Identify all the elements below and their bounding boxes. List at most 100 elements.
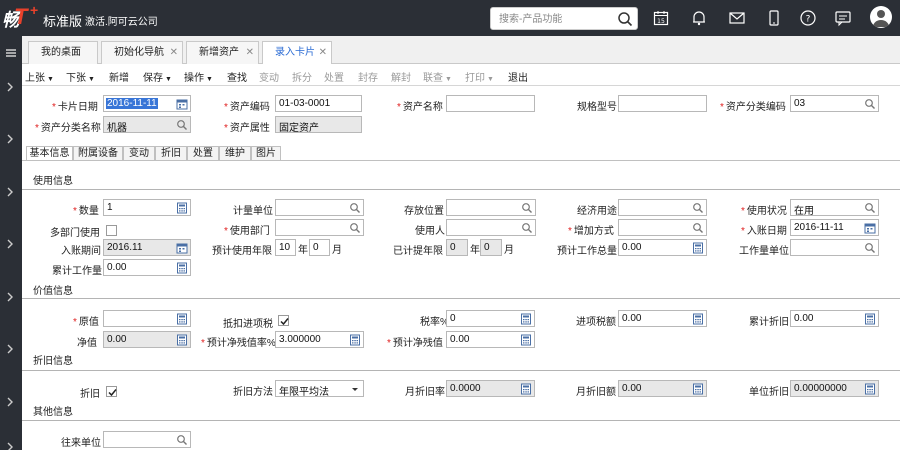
calculator-icon[interactable] — [520, 383, 532, 395]
tab-basic-info[interactable]: 基本信息 — [26, 146, 73, 161]
search-icon[interactable] — [521, 202, 533, 214]
unit-field[interactable] — [275, 199, 364, 216]
search-icon[interactable] — [176, 119, 188, 131]
search-icon[interactable] — [521, 222, 533, 234]
search-box[interactable] — [490, 7, 638, 30]
location-field[interactable] — [446, 199, 536, 216]
life-years-field[interactable]: 10 — [275, 239, 296, 256]
new-button[interactable]: 新增 — [109, 69, 129, 84]
unit-dep-field[interactable]: 0.00000000 — [790, 380, 879, 397]
query-button[interactable]: 联查 ▼ — [423, 69, 452, 84]
change-button[interactable]: 变动 — [259, 69, 279, 84]
help-icon[interactable]: ? — [799, 9, 817, 27]
user-field[interactable] — [446, 219, 536, 236]
close-icon[interactable]: ✕ — [319, 42, 327, 63]
calculator-icon[interactable] — [692, 242, 704, 254]
mail-icon[interactable] — [728, 9, 746, 27]
close-icon[interactable]: ✕ — [170, 42, 178, 63]
bell-icon[interactable] — [690, 9, 708, 27]
spec-field[interactable] — [618, 95, 707, 112]
calculator-icon[interactable] — [864, 383, 876, 395]
calculator-icon[interactable] — [520, 334, 532, 346]
find-button[interactable]: 查找 — [227, 69, 247, 84]
calculator-icon[interactable] — [692, 313, 704, 325]
search-icon[interactable] — [692, 202, 704, 214]
asset-name-field[interactable] — [446, 95, 535, 112]
sidebar-expand-4[interactable] — [0, 229, 22, 259]
tab-depreciation[interactable]: 折旧 — [155, 146, 187, 161]
unseal-button[interactable]: 解封 — [391, 69, 411, 84]
close-icon[interactable]: ✕ — [246, 42, 254, 63]
tab-dispose[interactable]: 处置 — [187, 146, 219, 161]
life-months-field[interactable]: 0 — [309, 239, 330, 256]
class-name-field[interactable]: 机器 — [103, 116, 191, 134]
operate-button[interactable]: 操作 ▼ — [184, 69, 213, 84]
entry-date-field[interactable]: 2016-11-11 — [790, 219, 879, 236]
monthly-rate-field[interactable]: 0.0000 — [446, 380, 535, 397]
calendar-icon[interactable] — [176, 98, 188, 110]
sidebar-expand-1[interactable] — [0, 72, 22, 102]
exit-button[interactable]: 退出 — [508, 69, 528, 84]
search-icon[interactable] — [864, 242, 876, 254]
method-select[interactable]: 年限平均法 — [275, 380, 364, 398]
monthly-amt-field[interactable]: 0.00 — [618, 380, 707, 397]
search-icon[interactable] — [349, 202, 361, 214]
qty-field[interactable]: 1 — [103, 199, 191, 216]
accrued-months-field[interactable]: 0 — [480, 239, 502, 256]
tab-picture[interactable]: 图片 — [251, 146, 281, 161]
orig-field[interactable] — [103, 310, 191, 327]
split-button[interactable]: 拆分 — [292, 69, 312, 84]
net-field[interactable]: 0.00 — [103, 331, 191, 348]
workload-unit-field[interactable] — [790, 239, 879, 256]
chat-icon[interactable] — [834, 9, 852, 27]
next-button[interactable]: 下张 ▼ — [66, 69, 95, 84]
add-method-field[interactable] — [618, 219, 707, 236]
tab-change[interactable]: 变动 — [123, 146, 155, 161]
calculator-icon[interactable] — [176, 334, 188, 346]
prev-button[interactable]: 上张 ▼ — [25, 69, 54, 84]
sidebar-expand-2[interactable] — [0, 124, 22, 154]
save-button[interactable]: 保存 ▼ — [143, 69, 172, 84]
calculator-icon[interactable] — [520, 313, 532, 325]
deduct-checkbox[interactable] — [278, 315, 289, 326]
sidebar-expand-5[interactable] — [0, 282, 22, 312]
tab-maintain[interactable]: 维护 — [219, 146, 251, 161]
calculator-icon[interactable] — [692, 383, 704, 395]
sidebar-expand-3[interactable] — [0, 177, 22, 207]
calculator-icon[interactable] — [176, 313, 188, 325]
calendar-icon[interactable] — [176, 242, 188, 254]
search-icon[interactable] — [617, 11, 633, 27]
search-icon[interactable] — [692, 222, 704, 234]
tab-enter-card[interactable]: 录入卡片 ✕ — [262, 41, 332, 65]
tab-init-guide[interactable]: 初始化导航 ✕ — [101, 41, 183, 64]
salvage-rate-field[interactable]: 3.000000 — [275, 331, 364, 348]
salvage-field[interactable]: 0.00 — [446, 331, 535, 348]
user-avatar[interactable] — [870, 6, 892, 28]
calendar-icon[interactable]: 15 — [652, 9, 670, 27]
purpose-field[interactable] — [618, 199, 707, 216]
chevron-down-icon[interactable] — [349, 383, 361, 395]
accrued-years-field[interactable]: 0 — [446, 239, 468, 256]
search-icon[interactable] — [864, 202, 876, 214]
entry-period-field[interactable]: 2016.11 — [103, 239, 191, 256]
calculator-icon[interactable] — [864, 313, 876, 325]
calculator-icon[interactable] — [349, 334, 361, 346]
status-field[interactable]: 在用 — [790, 199, 879, 217]
tab-new-asset[interactable]: 新增资产 ✕ — [186, 41, 259, 64]
partner-field[interactable] — [103, 431, 191, 448]
seal-button[interactable]: 封存 — [358, 69, 378, 84]
tab-attached-equipment[interactable]: 附属设备 — [73, 146, 123, 161]
tax-rate-field[interactable]: 0 — [446, 310, 535, 327]
multi-dept-checkbox[interactable] — [106, 225, 117, 236]
sidebar-menu-button[interactable] — [0, 38, 22, 68]
est-workload-field[interactable]: 0.00 — [618, 239, 707, 256]
input-tax-field[interactable]: 0.00 — [618, 310, 707, 327]
card-date-field[interactable]: 2016-11-11 — [103, 95, 191, 112]
accum-dep-field[interactable]: 0.00 — [790, 310, 879, 327]
dispose-button[interactable]: 处置 — [324, 69, 344, 84]
calendar-icon[interactable] — [864, 222, 876, 234]
asset-code-field[interactable]: 01-03-0001 — [275, 95, 362, 112]
mobile-icon[interactable] — [765, 9, 783, 27]
sidebar-expand-8[interactable] — [0, 432, 22, 450]
tab-my-desktop[interactable]: 我的桌面 — [28, 41, 98, 64]
